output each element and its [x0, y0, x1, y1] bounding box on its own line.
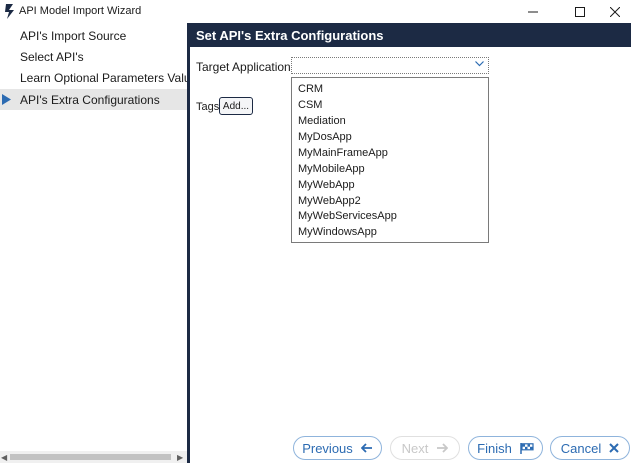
target-application-combobox[interactable] — [291, 57, 489, 74]
dropdown-option-mymobileapp[interactable]: MyMobileApp — [298, 163, 365, 175]
scrollbar-thumb[interactable] — [10, 454, 171, 460]
minimize-icon — [528, 11, 538, 12]
cancel-label: Cancel — [560, 440, 602, 456]
window-title: API Model Import Wizard — [19, 5, 142, 17]
flag-icon — [520, 442, 534, 454]
step-extra-configurations[interactable]: API's Extra Configurations — [0, 89, 187, 110]
scroll-left-icon[interactable]: ◀ — [1, 453, 7, 462]
step-label: Select API's — [20, 50, 84, 64]
dropdown-option-crm[interactable]: CRM — [298, 83, 323, 95]
main-content: Set API's Extra Configurations Target Ap… — [190, 23, 631, 463]
previous-label: Previous — [302, 440, 353, 456]
arrow-right-icon — [437, 443, 449, 453]
step-arrow-icon — [2, 94, 11, 105]
dropdown-option-mydosapp[interactable]: MyDosApp — [298, 131, 352, 143]
horizontal-scrollbar[interactable]: ◀ ▶ — [0, 451, 187, 463]
finish-label: Finish — [477, 440, 512, 456]
maximize-button[interactable] — [563, 0, 597, 23]
arrow-left-icon — [360, 443, 372, 453]
page-title: Set API's Extra Configurations — [196, 28, 384, 43]
step-label: API's Extra Configurations — [20, 93, 160, 107]
dropdown-option-mywindowsapp[interactable]: MyWindowsApp — [298, 226, 377, 238]
wizard-steps-panel: API's Import Source Select API's Learn O… — [0, 23, 203, 463]
cancel-button[interactable]: Cancel — [550, 436, 630, 460]
dropdown-option-mywebservicesapp[interactable]: MyWebServicesApp — [298, 210, 397, 222]
page-header: Set API's Extra Configurations — [190, 23, 631, 47]
step-learn-optional-params[interactable]: Learn Optional Parameters Values — [0, 67, 203, 88]
previous-button[interactable]: Previous — [293, 436, 382, 460]
step-label: API's Import Source — [20, 29, 127, 43]
target-application-label: Target Application: — [196, 60, 295, 74]
dropdown-option-mywebapp2[interactable]: MyWebApp2 — [298, 195, 361, 207]
dropdown-option-mediation[interactable]: Mediation — [298, 115, 346, 127]
next-label: Next — [401, 440, 429, 456]
title-bar: API Model Import Wizard — [0, 0, 631, 23]
step-label: Learn Optional Parameters Values — [20, 71, 204, 85]
minimize-button[interactable] — [516, 0, 550, 23]
add-tag-button[interactable]: Add... — [219, 97, 253, 115]
dropdown-option-csm[interactable]: CSM — [298, 99, 322, 111]
x-icon — [609, 443, 619, 453]
next-button[interactable]: Next — [390, 436, 460, 460]
step-import-source[interactable]: API's Import Source — [0, 25, 187, 46]
step-select-apis[interactable]: Select API's — [0, 46, 187, 67]
finish-button[interactable]: Finish — [468, 436, 543, 460]
scroll-right-icon[interactable]: ▶ — [177, 453, 183, 462]
app-logo-icon — [5, 4, 14, 19]
target-application-dropdown: CRM CSM Mediation MyDosApp MyMainFrameAp… — [291, 77, 489, 243]
close-button[interactable] — [598, 0, 631, 23]
close-icon — [610, 6, 620, 17]
chevron-down-icon — [475, 61, 484, 67]
dropdown-option-mywebapp[interactable]: MyWebApp — [298, 179, 355, 191]
dropdown-option-mymainframeapp[interactable]: MyMainFrameApp — [298, 147, 388, 159]
maximize-icon — [575, 6, 585, 17]
